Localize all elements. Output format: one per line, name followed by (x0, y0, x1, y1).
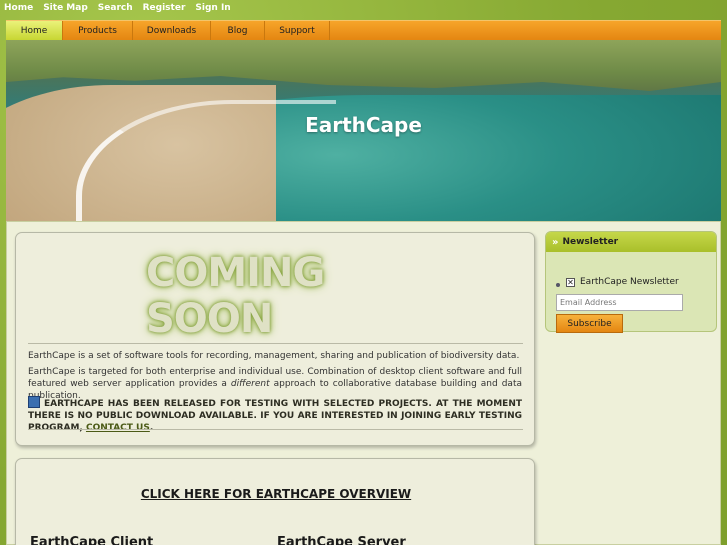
utility-bar: Home Site Map Search Register Sign In (0, 0, 727, 16)
email-field[interactable] (556, 294, 683, 311)
hero-banner: EarthCape (6, 40, 721, 221)
register-link[interactable]: Register (138, 0, 191, 16)
overview-link[interactable]: CLICK HERE FOR EARTHCAPE OVERVIEW (16, 487, 536, 501)
contact-us-link[interactable]: CONTACT US (86, 423, 150, 433)
newsletter-checkbox-label: EarthCape Newsletter (580, 277, 679, 287)
subscribe-button[interactable]: Subscribe (556, 314, 623, 333)
coming-soon-graphic: COMING SOON (146, 250, 325, 342)
double-chevron-icon: » (552, 236, 559, 248)
main-nav: Home Products Downloads Blog Support (6, 20, 721, 40)
tab-home[interactable]: Home (6, 21, 63, 40)
sign-in-link[interactable]: Sign In (190, 0, 235, 16)
intro-box: COMING SOON EarthCape is a set of softwa… (15, 232, 535, 446)
notice-end: . (149, 423, 154, 433)
tab-downloads[interactable]: Downloads (133, 21, 211, 40)
search-link[interactable]: Search (93, 0, 138, 16)
client-heading-link[interactable]: EarthCape Client (30, 535, 153, 545)
content-area: COMING SOON EarthCape is a set of softwa… (6, 221, 721, 545)
newsletter-option: ✕ EarthCape Newsletter (556, 277, 679, 287)
newsletter-header: » Newsletter (546, 232, 716, 252)
tab-blog[interactable]: Blog (211, 21, 265, 40)
newsletter-title: Newsletter (562, 237, 619, 247)
info-icon (28, 396, 40, 408)
divider (28, 343, 523, 344)
tab-products[interactable]: Products (63, 21, 133, 40)
description-emphasis: different (230, 379, 270, 389)
overview-box: CLICK HERE FOR EARTHCAPE OVERVIEW EarthC… (15, 458, 535, 545)
newsletter-checkbox[interactable]: ✕ (566, 277, 575, 287)
intro-paragraph: EarthCape is a set of software tools for… (28, 351, 520, 361)
bullet-icon (556, 283, 560, 287)
server-heading-link[interactable]: EarthCape Server (277, 535, 406, 545)
site-title: EarthCape (305, 113, 422, 137)
newsletter-panel: » Newsletter ✕ EarthCape Newsletter Subs… (545, 231, 717, 333)
divider (28, 429, 523, 430)
tab-support[interactable]: Support (265, 21, 330, 40)
site-map-link[interactable]: Site Map (38, 0, 93, 16)
home-link[interactable]: Home (0, 0, 38, 16)
